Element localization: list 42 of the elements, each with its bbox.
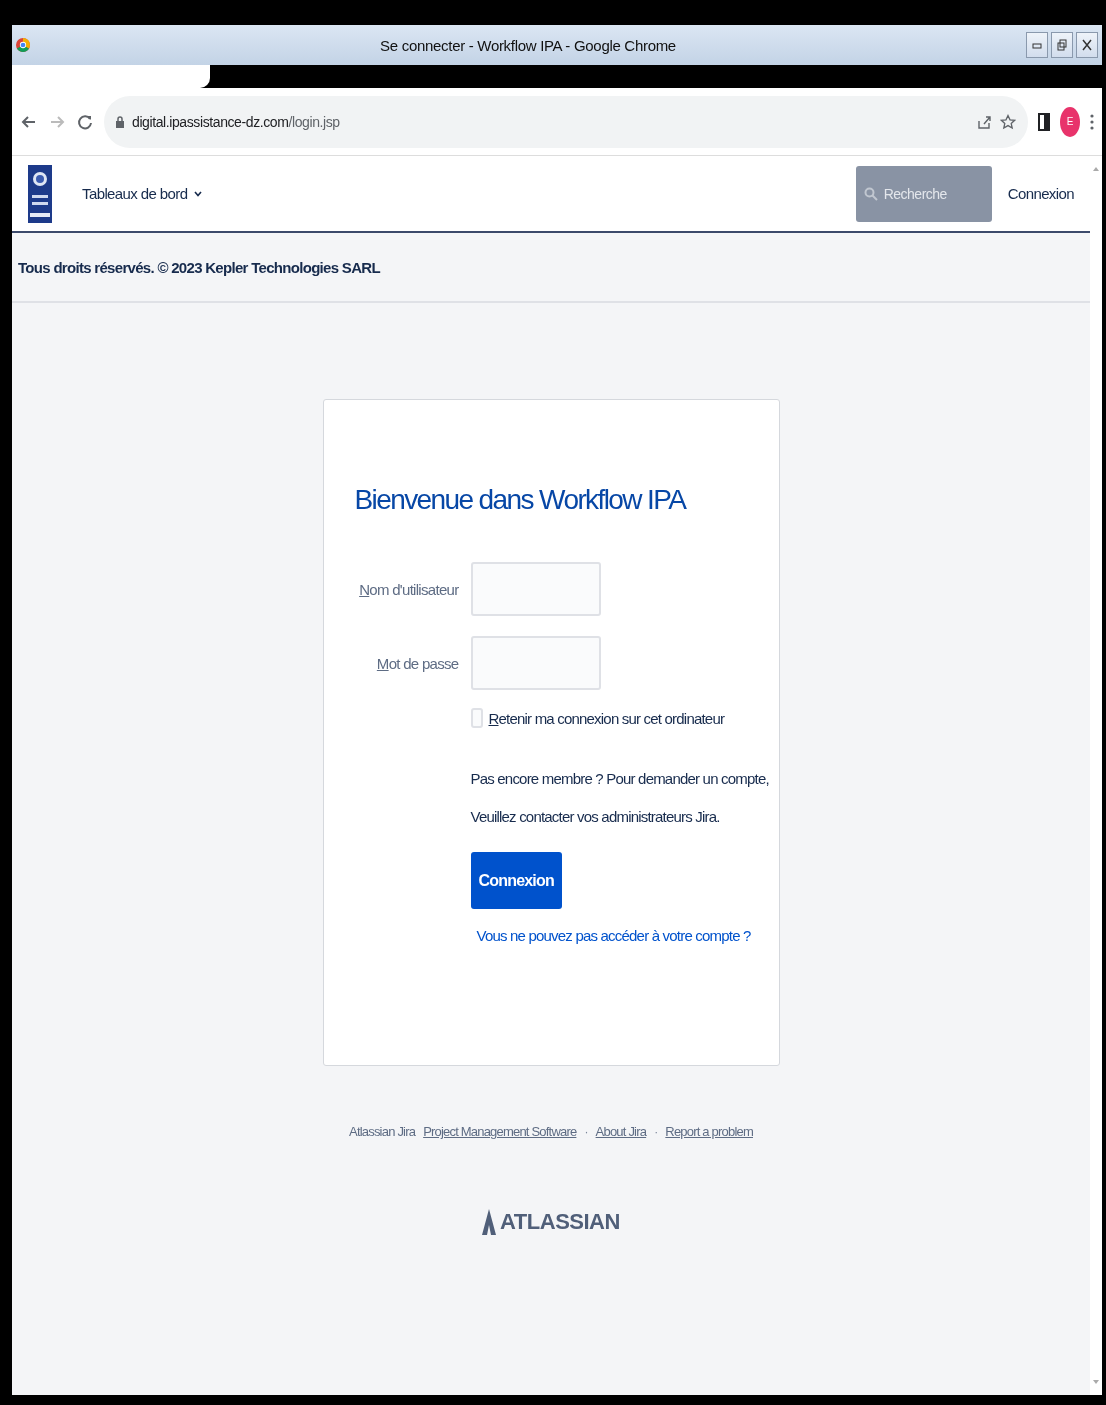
star-icon[interactable] [1000,113,1016,130]
signup-message: Pas encore membre ? Pour demander un compte, Veuillez contacter vos administrateurs Jira. [470,769,770,827]
forgot-account-link[interactable]: Vous ne pouvez pas accéder à votre compte ? [476,927,751,944]
remember-checkbox[interactable] [470,708,483,728]
lock-icon [116,115,124,128]
close-icon [1082,39,1092,51]
login-link[interactable]: Connexion [1007,185,1074,202]
menu-icon[interactable] [1090,112,1094,131]
browser-logo-icon [16,37,30,53]
address-bar[interactable]: digital.ipassistance-dz.com/login.jsp [104,95,1028,148]
search-icon [863,186,878,201]
logo-icon[interactable] [28,164,52,223]
nav-menu-button[interactable]: Tableaux de bord [82,185,202,202]
username-field[interactable] [470,562,601,616]
separator: · [654,1124,658,1139]
atlassian-logo-icon [482,1209,497,1235]
password-field[interactable] [470,636,601,690]
search-field[interactable]: Recherche [855,165,992,222]
copyright-notice: Tous droits réservés. © 2023 Kepler Technologies SARL [18,258,380,276]
login-button[interactable]: Connexion [470,852,562,909]
restore-button[interactable] [1051,32,1073,58]
profile-avatar[interactable]: E [1060,106,1080,137]
caret-icon [193,190,202,197]
side-panel-icon[interactable] [1038,112,1050,131]
brand-wordmark: ATLASSIAN [500,1209,620,1235]
welcome-heading: Bienvenue dans Workflow IPA [354,484,687,516]
footer-link[interactable]: Report a problem [665,1124,753,1139]
footer-link[interactable]: About Jira [595,1124,647,1139]
footer-text: Atlassian Jira [349,1124,416,1139]
window-title: Se connecter - Workflow IPA - Google Chrome [379,36,677,54]
restore-icon [1057,39,1067,51]
minimize-button[interactable] [1026,32,1048,58]
field-label: Mot de passe [375,654,459,672]
reload-icon[interactable] [76,112,94,131]
field-label: Nom d'utilisateur [358,580,459,598]
separator: · [584,1124,588,1139]
share-icon[interactable] [976,113,992,130]
close-button[interactable] [1076,32,1098,58]
minimize-icon [1032,40,1042,50]
footer-link[interactable]: Project Management Software [423,1124,577,1139]
url-text: digital.ipassistance-dz.com/login.jsp [132,113,341,130]
remember-label[interactable]: Retenir ma connexion sur cet ordinateur [488,709,725,727]
